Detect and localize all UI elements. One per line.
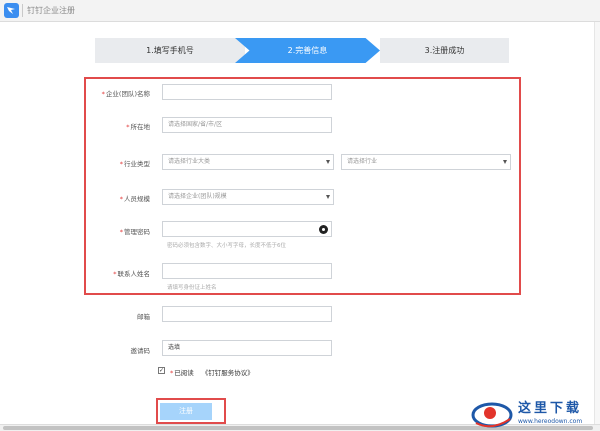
step-progress: 1.填写手机号 3.注册成功 2.完善信息 xyxy=(95,38,509,63)
register-button-highlight xyxy=(156,398,226,424)
step-fill-phone: 1.填写手机号 xyxy=(95,38,245,63)
dingtalk-logo-icon xyxy=(4,3,19,18)
required-fields-highlight xyxy=(84,77,521,295)
agreement-text: *已阅读 《钉钉服务协议》 xyxy=(170,369,254,377)
site-watermark: 这里下载 www.hereodown.com xyxy=(470,393,600,431)
step-register-success: 3.注册成功 xyxy=(380,38,509,63)
title-bar: 钉钉企业注册 xyxy=(0,0,600,22)
agreement-checkbox[interactable]: ✓ xyxy=(158,367,165,374)
vertical-scrollbar[interactable] xyxy=(594,22,600,424)
step-complete-info: 2.完善信息 xyxy=(235,38,380,63)
service-agreement-link[interactable]: 《钉钉服务协议》 xyxy=(202,369,254,377)
invite-code-input[interactable]: 选填 xyxy=(162,340,332,356)
email-label: 邮箱 xyxy=(137,313,150,321)
watermark-url: www.hereodown.com xyxy=(518,418,583,425)
title-separator xyxy=(22,4,23,17)
window-title: 钉钉企业注册 xyxy=(27,6,75,15)
watermark-logo-icon xyxy=(471,402,513,428)
watermark-text: 这里下载 xyxy=(518,401,583,416)
email-input[interactable] xyxy=(162,306,332,322)
required-mark: * xyxy=(170,369,174,377)
invite-code-label: 邀请码 xyxy=(130,347,151,355)
